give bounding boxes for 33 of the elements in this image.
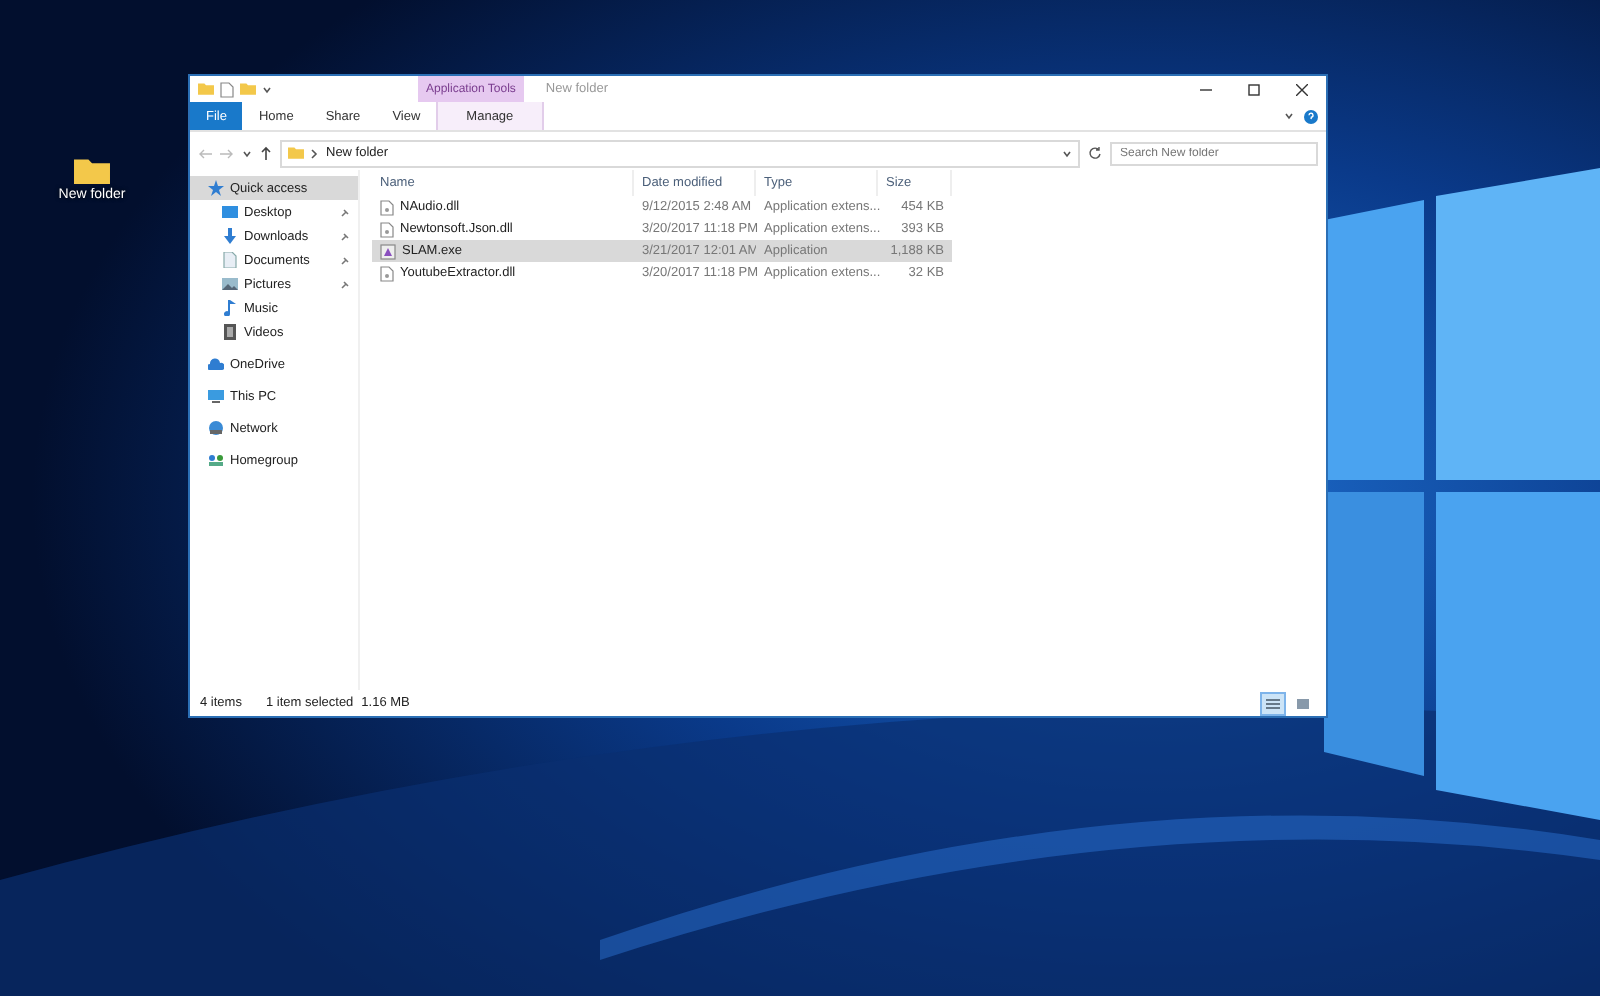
help-icon[interactable] (1304, 109, 1318, 123)
network-icon (208, 420, 224, 436)
file-icon (380, 221, 394, 237)
file-icon (380, 265, 394, 281)
details-list-icon (1266, 697, 1280, 709)
picture-icon (222, 276, 238, 292)
cloud-icon (208, 356, 224, 372)
music-icon (222, 300, 238, 316)
close-icon[interactable] (1296, 83, 1308, 95)
expand-ribbon-icon (1284, 110, 1294, 122)
computer-icon (208, 388, 224, 404)
refresh-icon[interactable] (1088, 146, 1102, 160)
recent-caret-icon (242, 147, 252, 159)
folder-icon (288, 146, 304, 160)
caret-icon (1062, 147, 1072, 159)
minimize-icon[interactable] (1200, 83, 1212, 95)
up-arrow-icon[interactable] (260, 146, 272, 160)
desktop-icon (222, 204, 238, 220)
film-icon (222, 324, 238, 340)
caret-icon (262, 83, 272, 95)
download-icon (222, 228, 238, 244)
maximize-icon[interactable] (1248, 83, 1260, 95)
app-icon (380, 243, 396, 259)
properties-icon[interactable] (220, 81, 234, 97)
file-icon (380, 199, 394, 215)
star-icon (208, 180, 224, 196)
chevron-icon (310, 147, 320, 159)
new-folder-icon (240, 82, 256, 96)
people-icon (208, 452, 224, 468)
folder-icon (198, 82, 214, 96)
tile-icon (1296, 697, 1310, 709)
document-icon (222, 252, 238, 268)
details-view-button[interactable] (1260, 691, 1286, 715)
